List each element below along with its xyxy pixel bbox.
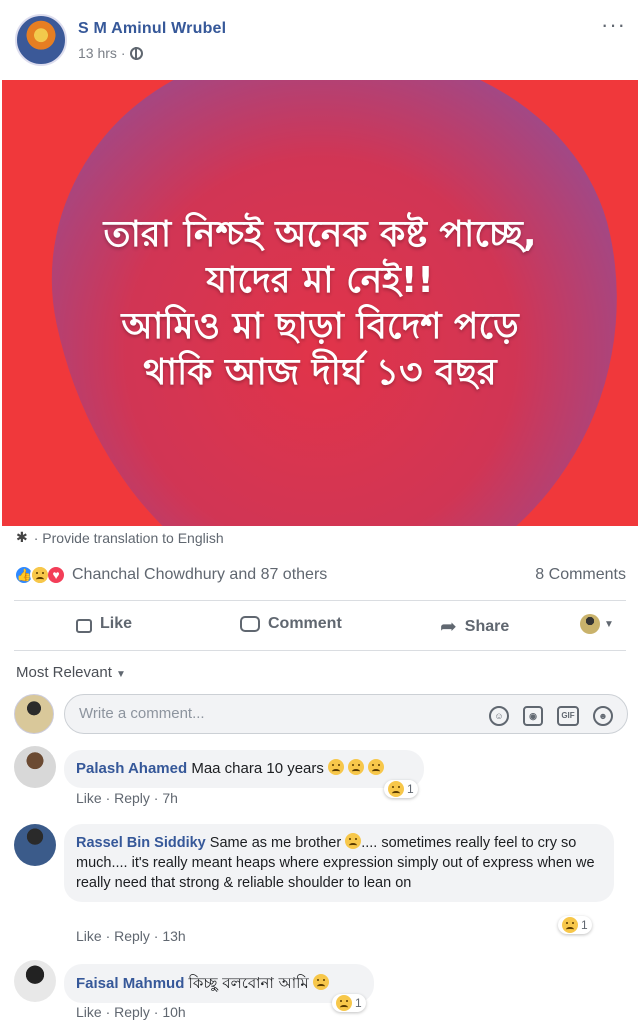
sad-face-icon: [32, 567, 48, 583]
action-bar: Like Comment ➦ Share ▼: [0, 602, 640, 648]
comment-sort-dropdown[interactable]: Most Relevant ▼: [16, 664, 126, 681]
gear-icon: ✱: [16, 529, 28, 545]
love-reaction-icon: ♥: [46, 565, 66, 585]
post-meta: 13 hrs ·: [78, 45, 143, 61]
reaction-count: 1: [407, 782, 414, 796]
comment-actions[interactable]: Like · Reply · 13h: [76, 928, 186, 944]
translate-link[interactable]: ✱ · Provide translation to English: [16, 529, 224, 546]
author-name[interactable]: S M Aminul Wrubel: [78, 20, 226, 38]
post-image[interactable]: তারা নিশ্চই অনেক কষ্ট পাচ্ছে, যাদের মা ন…: [2, 80, 638, 526]
post-image-text: তারা নিশ্চই অনেক কষ্ট পাচ্ছে, যাদের মা ন…: [2, 212, 638, 396]
image-text-line: থাকি আজ দীর্ঘ ১৩ বছর: [143, 352, 497, 393]
like-button[interactable]: Like: [76, 615, 132, 633]
sad-emoji-icon: [312, 974, 329, 990]
reaction-count: 1: [355, 996, 362, 1010]
sad-reaction-icon: [336, 995, 352, 1011]
comment-actions[interactable]: Like · Reply · 7h: [76, 790, 178, 806]
translate-label: · Provide translation to English: [33, 529, 224, 546]
commenter-avatar[interactable]: [14, 746, 56, 788]
current-user-avatar: [14, 694, 54, 734]
share-icon: ➦: [440, 616, 457, 638]
comment-item: Palash Ahamed Maa chara 10 years 1 Like …: [14, 746, 628, 812]
comment-icon: [240, 616, 260, 632]
comment-reactions[interactable]: 1: [558, 916, 592, 934]
commenter-name[interactable]: Palash Ahamed: [76, 760, 187, 777]
sad-emoji-icon: [368, 759, 385, 775]
image-text-line: তারা নিশ্চই অনেক কষ্ট পাচ্ছে,: [103, 214, 537, 255]
share-label: Share: [464, 617, 510, 635]
globe-icon[interactable]: [129, 46, 143, 60]
user-avatar: [580, 614, 600, 634]
reaction-count: 1: [581, 918, 588, 932]
sticker-icon[interactable]: ☻: [593, 706, 613, 726]
image-text-line: যাদের মা নেই!!: [206, 260, 434, 301]
divider: [14, 650, 626, 651]
comment-bubble: Palash Ahamed Maa chara 10 years: [64, 750, 424, 788]
comment-reactions[interactable]: 1: [332, 994, 366, 1012]
image-text-line: আমিও মা ছাড়া বিদেশ পড়ে: [121, 306, 519, 347]
sad-reaction-icon: [562, 917, 578, 933]
comment-text: Maa chara 10 years: [191, 760, 324, 777]
chevron-down-icon: ▼: [116, 669, 126, 680]
comment-bubble: Faisal Mahmud কিচ্ছু বলবোনা আমি: [64, 964, 374, 1003]
commenter-name[interactable]: Rassel Bin Siddiky: [76, 835, 206, 851]
comments-count-link[interactable]: 8 Comments: [535, 566, 626, 584]
comment-placeholder: Write a comment...: [79, 705, 205, 722]
comment-actions[interactable]: Like · Reply · 10h: [76, 1004, 186, 1020]
sad-emoji-icon: [348, 759, 365, 775]
commenter-name[interactable]: Faisal Mahmud: [76, 975, 184, 992]
author-avatar[interactable]: [15, 14, 67, 66]
gif-icon[interactable]: GIF: [557, 706, 579, 726]
comment-bubble: Rassel Bin Siddiky Same as me brother ..…: [64, 824, 614, 902]
more-options-icon[interactable]: ···: [601, 12, 626, 38]
reactions-summary: 👍 ♥ Chanchal Chowdhury and 87 others 8 C…: [14, 563, 626, 587]
sad-emoji-icon: [328, 759, 345, 775]
comment-reactions[interactable]: 1: [384, 780, 418, 798]
comment-item: Rassel Bin Siddiky Same as me brother ..…: [14, 824, 628, 948]
like-label: Like: [100, 615, 133, 632]
audience-selector[interactable]: ▼: [580, 614, 614, 634]
chevron-down-icon: ▼: [604, 618, 614, 630]
comment-composer: Write a comment... ☺ ◉ GIF ☻: [14, 692, 628, 738]
comment-item: Faisal Mahmud কিচ্ছু বলবোনা আমি 1 Like ·…: [14, 960, 628, 1026]
comment-input[interactable]: Write a comment... ☺ ◉ GIF ☻: [64, 694, 628, 734]
post-time[interactable]: 13 hrs: [78, 45, 117, 61]
emoji-icon[interactable]: ☺: [489, 706, 509, 726]
post-header: S M Aminul Wrubel 13 hrs · ···: [0, 0, 640, 80]
reactors-link[interactable]: Chanchal Chowdhury and 87 others: [72, 566, 327, 584]
comment-label: Comment: [268, 615, 342, 632]
camera-icon[interactable]: ◉: [523, 706, 543, 726]
sort-label: Most Relevant: [16, 664, 112, 681]
comment-text: Same as me brother: [209, 835, 342, 851]
sad-reaction-icon: [388, 781, 404, 797]
meta-separator: ·: [120, 45, 126, 61]
comment-button[interactable]: Comment: [240, 615, 342, 633]
commenter-avatar[interactable]: [14, 824, 56, 866]
divider: [14, 600, 626, 601]
thumbs-up-icon: [76, 619, 92, 633]
share-button[interactable]: ➦ Share: [440, 614, 509, 639]
comment-text: কিচ্ছু বলবোনা আমি: [188, 974, 309, 992]
composer-icons: ☺ ◉ GIF ☻: [489, 706, 613, 726]
commenter-avatar[interactable]: [14, 960, 56, 1002]
sad-emoji-icon: [345, 833, 362, 849]
